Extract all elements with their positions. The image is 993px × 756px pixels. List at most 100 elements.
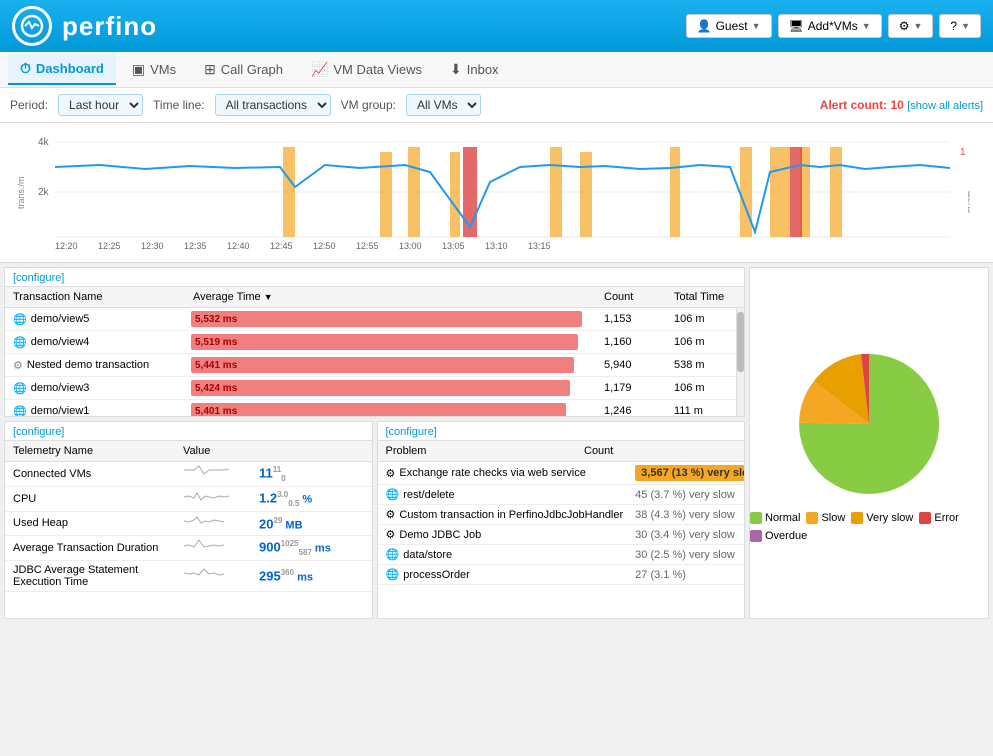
problems-body: ⚙ Exchange rate checks via web service 3…: [378, 462, 746, 585]
svg-text:4k: 4k: [38, 137, 50, 148]
legend-veryslow-dot: [851, 512, 863, 524]
inbox-icon: ⬇: [450, 61, 462, 78]
nav-vms[interactable]: ▣ VMs: [120, 55, 188, 84]
header: perfino 👤 Guest ▼ 🖥 Add*VMs ▼ ⚙ ▼ ? ▼: [0, 0, 993, 52]
col-header-avg[interactable]: Average Time ▼: [185, 287, 596, 307]
scroll-thumb[interactable]: [737, 312, 744, 372]
tx-avg-cell: 5,532 ms: [185, 308, 596, 330]
telemetry-panel: [configure] Telemetry Name Value Connect…: [4, 421, 373, 619]
nav-vmdataviews[interactable]: 📈 VM Data Views: [299, 55, 434, 84]
nav-callgraph[interactable]: ⊞ Call Graph: [192, 55, 295, 84]
svg-text:13:00: 13:00: [399, 241, 422, 251]
scrollbar[interactable]: [736, 308, 744, 417]
prob-icon: 🌐: [386, 568, 400, 581]
problem-row[interactable]: 🌐 data/store 30 (2.5 %) very slow: [378, 545, 746, 565]
svg-text:12:20: 12:20: [55, 241, 78, 251]
tx-count-cell: 1,153: [596, 310, 666, 328]
svg-text:12:40: 12:40: [227, 241, 250, 251]
telemetry-row: Used Heap 2029 MB: [5, 512, 372, 536]
svg-text:13:10: 13:10: [485, 241, 508, 251]
table-row[interactable]: ⚙ Nested demo transaction 5,441 ms 5,940…: [5, 354, 736, 377]
logo-text: perfino: [62, 11, 157, 42]
nav-inbox[interactable]: ⬇ Inbox: [438, 55, 511, 84]
navbar: ⏱ Dashboard ▣ VMs ⊞ Call Graph 📈 VM Data…: [0, 52, 993, 88]
tx-bar: 5,519 ms: [191, 334, 578, 350]
prob-name-cell: 🌐 rest/delete: [378, 485, 632, 504]
prob-icon: 🌐: [386, 548, 400, 561]
tx-avg-cell: 5,401 ms: [185, 400, 596, 417]
col-header-name: Transaction Name: [5, 287, 185, 307]
svg-text:12:45: 12:45: [270, 241, 293, 251]
prob-icon: ⚙: [386, 467, 396, 480]
tx-count-cell: 1,246: [596, 402, 666, 417]
help-button[interactable]: ? ▼: [939, 14, 981, 38]
pie-chart: [789, 344, 949, 504]
alert-count-area: Alert count: 10 [show all alerts]: [820, 98, 983, 112]
tx-name-cell: 🌐 demo/view5: [5, 310, 185, 329]
table-row[interactable]: 🌐 demo/view3 5,424 ms 1,179 106 m: [5, 377, 736, 400]
transaction-configure[interactable]: [configure]: [5, 268, 744, 286]
prob-name-cell: ⚙ Demo JDBC Job: [378, 525, 632, 544]
prob-count-text: 30 (3.4 %) very slow: [635, 529, 745, 541]
show-all-alerts-link[interactable]: [show all alerts]: [907, 100, 983, 112]
telemetry-row: Average Transaction Duration 9001025587 …: [5, 536, 372, 561]
table-row[interactable]: 🌐 demo/view4 5,519 ms 1,160 106 m: [5, 331, 736, 354]
timeline-select[interactable]: All transactions: [215, 94, 331, 116]
svg-text:12:35: 12:35: [184, 241, 207, 251]
user-icon: 👤: [697, 19, 712, 33]
tx-avg-cell: 5,424 ms: [185, 377, 596, 399]
prob-count-text: 45 (3.7 %) very slow: [635, 489, 745, 501]
tel-spark-cell: [175, 487, 255, 510]
problem-row[interactable]: ⚙ Custom transaction in PerfinoJdbcJobHa…: [378, 505, 746, 525]
logo-area: perfino: [12, 6, 686, 46]
tel-name-cell: Average Transaction Duration: [5, 539, 175, 557]
prob-name-cell: ⚙ Exchange rate checks via web service: [378, 464, 632, 483]
legend-overdue: Overdue: [750, 530, 807, 542]
telemetry-row: Connected VMs 11110: [5, 462, 372, 487]
guest-button[interactable]: 👤 Guest ▼: [686, 14, 772, 38]
svg-text:2k: 2k: [38, 187, 50, 198]
table-row[interactable]: 🌐 demo/view5 5,532 ms 1,153 106 m: [5, 308, 736, 331]
main-content: [configure] Transaction Name Average Tim…: [0, 263, 993, 623]
controls-bar: Period: Last hour Time line: All transac…: [0, 88, 993, 123]
problems-panel: [configure] Problem Count ⚙ Exchange rat…: [377, 421, 746, 619]
table-row[interactable]: 🌐 demo/view1 5,401 ms 1,246 111 m: [5, 400, 736, 417]
svg-text:12:50: 12:50: [313, 241, 336, 251]
help-icon: ?: [950, 19, 957, 33]
tx-icon: 🌐: [13, 313, 27, 326]
pie-legend: Normal Slow Very slow Error Overdue: [750, 512, 988, 542]
problems-configure[interactable]: [configure]: [378, 422, 745, 440]
tx-bar: 5,441 ms: [191, 357, 574, 373]
addvms-button[interactable]: 🖥 Add*VMs ▼: [778, 14, 882, 38]
nav-dashboard[interactable]: ⏱ Dashboard: [8, 54, 116, 85]
tx-total-cell: 106 m: [666, 310, 736, 328]
tx-total-cell: 106 m: [666, 379, 736, 397]
problem-row[interactable]: 🌐 processOrder 27 (3.1 %): [378, 565, 746, 585]
settings-button[interactable]: ⚙ ▼: [888, 14, 934, 38]
legend-error-dot: [919, 512, 931, 524]
tx-name-cell: 🌐 demo/view4: [5, 333, 185, 352]
transaction-table-body: 🌐 demo/view5 5,532 ms 1,153 106 m 🌐 demo…: [5, 308, 736, 417]
main-chart: 4k 2k trans./m 1 alerts 12:20 12:25 12:3…: [10, 127, 970, 257]
legend-slow-dot: [806, 512, 818, 524]
tx-total-cell: 106 m: [666, 333, 736, 351]
svg-text:1: 1: [960, 147, 966, 158]
telemetry-configure[interactable]: [configure]: [5, 422, 372, 440]
prob-count-cell: 38 (4.3 %) very slow: [631, 506, 745, 524]
svg-text:12:30: 12:30: [141, 241, 164, 251]
transaction-panel: [configure] Transaction Name Average Tim…: [4, 267, 745, 417]
prob-name-cell: ⚙ Custom transaction in PerfinoJdbcJobHa…: [378, 505, 632, 524]
period-select[interactable]: Last hour: [58, 94, 143, 116]
legend-error: Error: [919, 512, 958, 524]
header-buttons: 👤 Guest ▼ 🖥 Add*VMs ▼ ⚙ ▼ ? ▼: [686, 14, 981, 38]
bottom-section: [configure] Telemetry Name Value Connect…: [0, 419, 749, 619]
help-caret: ▼: [961, 21, 970, 31]
prob-count-cell: 30 (2.5 %) very slow: [631, 546, 745, 564]
problem-row[interactable]: 🌐 rest/delete 45 (3.7 %) very slow: [378, 485, 746, 505]
prob-icon: 🌐: [386, 488, 400, 501]
vmgroup-select[interactable]: All VMs: [406, 94, 481, 116]
legend-normal: Normal: [750, 512, 800, 524]
problem-row[interactable]: ⚙ Exchange rate checks via web service 3…: [378, 462, 746, 485]
problem-row[interactable]: ⚙ Demo JDBC Job 30 (3.4 %) very slow: [378, 525, 746, 545]
tx-total-cell: 538 m: [666, 356, 736, 374]
